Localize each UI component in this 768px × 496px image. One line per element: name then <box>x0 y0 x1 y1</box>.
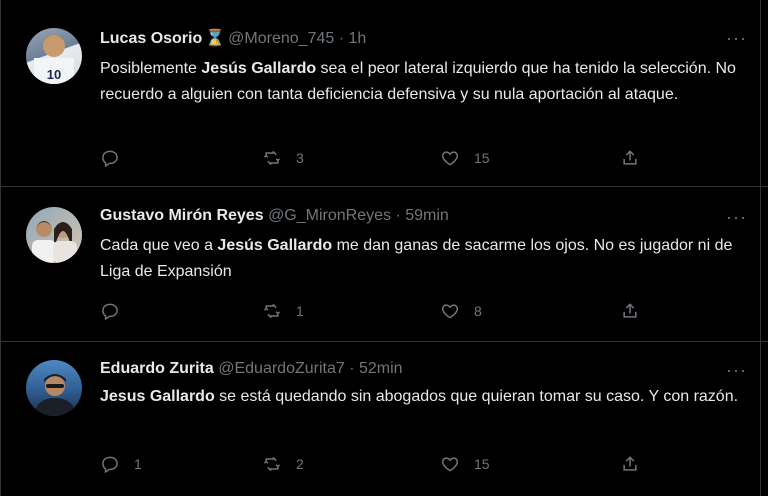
heart-icon <box>441 304 459 319</box>
tweet-actions: 1 8 <box>100 301 660 325</box>
tweet-thread: 10 Lucas Osorio ⌛ @Moreno_745 · 1h ··· Pos… <box>0 0 768 496</box>
retweet-count: 2 <box>296 456 304 472</box>
svg-text:10: 10 <box>47 67 61 82</box>
heart-icon <box>441 151 459 166</box>
tweet-2[interactable]: Gustavo Mirón Reyes @G_MironReyes · 59mi… <box>0 187 768 341</box>
avatar[interactable]: 10 <box>26 28 82 84</box>
author-name[interactable]: Gustavo Mirón Reyes <box>100 207 264 224</box>
avatar[interactable] <box>26 207 82 263</box>
retweet-button[interactable]: 2 <box>262 454 304 474</box>
author-handle[interactable]: @G_MironReyes <box>268 207 391 224</box>
reply-count: 1 <box>134 456 142 472</box>
retweet-icon <box>263 456 281 472</box>
retweet-icon <box>263 303 281 319</box>
retweet-button[interactable]: 3 <box>262 148 304 168</box>
share-icon <box>623 303 637 318</box>
author-handle[interactable]: @EduardoZurita7 <box>218 360 345 377</box>
separator-dot: · <box>338 30 345 47</box>
reply-button[interactable] <box>100 301 134 321</box>
reply-button[interactable]: 1 <box>100 454 142 474</box>
heart-icon <box>441 457 459 472</box>
retweet-count: 3 <box>296 150 304 166</box>
hourglass-icon: ⌛ <box>205 30 226 47</box>
timestamp[interactable]: 52min <box>359 360 403 377</box>
more-options-icon[interactable]: ··· <box>726 360 747 381</box>
separator-dot: · <box>395 207 401 224</box>
tweet-text: Jesus Gallardo se está quedando sin abog… <box>100 384 740 410</box>
like-button[interactable]: 15 <box>440 148 490 168</box>
tweet-text: Cada que veo a Jesús Gallardo me dan gan… <box>100 233 740 285</box>
mentioned-name: Jesús Gallardo <box>217 237 333 254</box>
like-count: 15 <box>474 456 490 472</box>
retweet-button[interactable]: 1 <box>262 301 304 321</box>
timestamp[interactable]: 59min <box>405 207 449 224</box>
tweet-actions: 3 15 <box>100 148 660 172</box>
separator-dot: · <box>349 360 355 377</box>
author-handle[interactable]: @Moreno_745 <box>228 30 334 47</box>
like-count: 15 <box>474 150 490 166</box>
mentioned-name: Jesús Gallardo <box>201 60 317 77</box>
more-options-icon[interactable]: ··· <box>726 28 747 49</box>
share-icon <box>623 456 637 471</box>
tweet-text-run: Cada que veo a <box>100 237 218 254</box>
reply-icon <box>102 150 118 168</box>
more-options-icon[interactable]: ··· <box>726 207 747 228</box>
author-name[interactable]: Lucas Osorio <box>100 30 202 47</box>
share-icon <box>623 150 637 165</box>
reply-button[interactable] <box>100 148 134 168</box>
tweet-text-run: se está quedando sin abogados que quiera… <box>214 388 739 405</box>
mentioned-name: Jesus Gallardo <box>100 388 215 405</box>
like-count: 8 <box>474 303 482 319</box>
tweet-text: Posiblemente Jesús Gallardo sea el peor … <box>100 56 740 108</box>
share-button[interactable] <box>620 148 640 168</box>
tweet-actions: 1 2 15 <box>100 454 660 478</box>
tweet-3[interactable]: Eduardo Zurita @EduardoZurita7 · 52min ·… <box>0 342 768 496</box>
retweet-icon <box>263 150 281 166</box>
like-button[interactable]: 15 <box>440 454 490 474</box>
avatar[interactable] <box>26 360 82 416</box>
like-button[interactable]: 8 <box>440 301 482 321</box>
tweet-1[interactable]: 10 Lucas Osorio ⌛ @Moreno_745 · 1h ··· Pos… <box>0 0 768 186</box>
retweet-count: 1 <box>296 303 304 319</box>
share-button[interactable] <box>620 454 640 474</box>
reply-icon <box>102 303 118 321</box>
tweet-text-run: Posiblemente <box>100 60 202 77</box>
timestamp[interactable]: 1h <box>349 30 367 47</box>
reply-icon <box>102 456 118 474</box>
share-button[interactable] <box>620 301 640 321</box>
author-name[interactable]: Eduardo Zurita <box>100 360 214 377</box>
